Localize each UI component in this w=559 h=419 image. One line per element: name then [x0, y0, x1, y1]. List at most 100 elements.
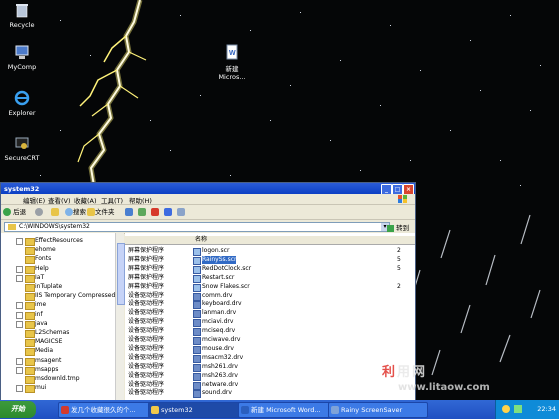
menu-view[interactable]: 查看(V): [48, 195, 71, 205]
menu-tools[interactable]: 工具(T): [101, 195, 123, 205]
column-header-name[interactable]: 名称: [195, 236, 207, 244]
explorer-window: system32 _ □ × 编辑(E) 查看(V) 收藏(A) 工具(T) 帮…: [0, 182, 416, 402]
volume-icon[interactable]: [502, 405, 510, 413]
network-icon[interactable]: [514, 405, 522, 413]
tree-item-label: L2Schemas: [35, 329, 70, 336]
tree-item-label: IIS Temporary Compressed: [35, 292, 116, 300]
file-row[interactable]: 屏幕保护程序 logon.scr 2: [125, 247, 415, 256]
go-button[interactable]: 转到: [387, 222, 409, 232]
menu-help[interactable]: 帮助(H): [129, 195, 152, 205]
task-app-icon: [241, 406, 249, 414]
expand-icon[interactable]: [16, 385, 23, 393]
file-icon: [193, 354, 201, 363]
file-row[interactable]: 设备驱动程序 msacm32.drv: [125, 354, 415, 363]
file-row[interactable]: 屏幕保护程序 RainySs.scr 5: [125, 255, 415, 265]
search-icon: [65, 208, 73, 216]
file-row[interactable]: 设备驱动程序 sound.drv: [125, 389, 415, 399]
file-row[interactable]: 设备驱动程序 netware.drv: [125, 380, 415, 390]
file-name: mciseq.drv: [202, 327, 236, 335]
file-row[interactable]: 设备驱动程序 msh263.drv: [125, 371, 415, 381]
expand-icon[interactable]: [16, 320, 23, 328]
file-row[interactable]: 设备驱动程序 mouse.drv: [125, 344, 415, 354]
tree-item-label: msdownld.tmp: [35, 375, 80, 382]
file-name: RedDotClock.scr: [202, 264, 252, 272]
views-icon: [177, 208, 185, 216]
expand-icon[interactable]: [16, 311, 23, 319]
folder-icon: [25, 274, 35, 283]
file-icon: [193, 345, 201, 354]
go-arrow-icon: [387, 224, 394, 232]
up-folder-button[interactable]: [51, 207, 59, 217]
file-icon: [193, 363, 201, 372]
file-type: 设备驱动程序: [128, 309, 165, 317]
folders-button[interactable]: 文件夹: [87, 207, 115, 217]
window-titlebar[interactable]: system32 _ □ ×: [1, 183, 415, 195]
address-field[interactable]: C:\WINDOWS\system32 ▾: [4, 222, 390, 232]
back-button[interactable]: 后退: [3, 207, 26, 217]
folder-icon: [25, 357, 35, 366]
file-row[interactable]: 设备驱动程序 keyboard.drv: [125, 300, 415, 310]
file-row[interactable]: 屏幕保护程序 Restart.scr: [125, 274, 415, 283]
file-row[interactable]: 设备驱动程序 mciwave.drv: [125, 336, 415, 345]
forward-arrow-icon: [35, 208, 43, 216]
taskbar-button[interactable]: 新建 Microsoft Word...: [238, 402, 338, 418]
back-arrow-icon: [3, 208, 11, 216]
expand-icon[interactable]: [16, 265, 23, 273]
search-button[interactable]: 搜索: [65, 207, 86, 217]
file-size: 2: [397, 247, 401, 254]
file-icon: [193, 283, 201, 292]
file-row[interactable]: 设备驱动程序 comm.drv: [125, 292, 415, 301]
task-app-icon: [61, 406, 69, 414]
file-row[interactable]: 设备驱动程序 lanman.drv: [125, 309, 415, 319]
expand-icon[interactable]: [16, 274, 23, 282]
copy-to-icon: [138, 208, 146, 216]
back-label: 后退: [13, 208, 27, 216]
file-row[interactable]: 设备驱动程序 mciavi.drv: [125, 318, 415, 328]
file-name: sound.drv: [202, 389, 232, 397]
folder-icon: [25, 302, 35, 311]
taskbar-button[interactable]: system32: [148, 402, 248, 418]
copy-to-button[interactable]: [138, 207, 146, 217]
file-type: 设备驱动程序: [128, 318, 165, 326]
address-value: C:\WINDOWS\system32: [19, 223, 90, 230]
menu-favorites[interactable]: 收藏(A): [74, 195, 97, 205]
watermark-char: 利: [382, 365, 398, 380]
undo-button[interactable]: [164, 207, 172, 217]
tree-item-label: mui: [35, 384, 47, 392]
file-type: 设备驱动程序: [128, 336, 165, 343]
file-icon: [193, 390, 201, 399]
file-row[interactable]: 设备驱动程序 msh261.drv: [125, 363, 415, 372]
file-row[interactable]: 屏幕保护程序 Snow Flakes.scr 2: [125, 283, 415, 292]
file-name: keyboard.drv: [202, 300, 242, 308]
forward-button[interactable]: [35, 207, 43, 217]
views-button[interactable]: [177, 207, 185, 217]
file-row[interactable]: 设备驱动程序 mciseq.drv: [125, 327, 415, 337]
taskbar-button[interactable]: 发几个收藏很久的个...: [58, 402, 158, 418]
file-row[interactable]: 屏幕保护程序 RedDotClock.scr 5: [125, 264, 415, 274]
folder-icon: [25, 311, 35, 320]
file-name: lanman.drv: [202, 309, 237, 317]
delete-button[interactable]: [151, 207, 159, 217]
expand-icon[interactable]: [16, 357, 23, 365]
file-icon: [193, 319, 201, 328]
start-button[interactable]: 开始: [0, 401, 36, 418]
expand-icon[interactable]: [16, 366, 23, 374]
expand-icon[interactable]: [16, 302, 23, 310]
file-name: mciwave.drv: [202, 336, 241, 343]
tree-scrollbar-thumb[interactable]: [117, 243, 125, 305]
folder-icon: [8, 224, 16, 230]
tree-item-label: java: [35, 319, 48, 327]
tree-item-label: ehome: [35, 246, 56, 254]
file-type: 设备驱动程序: [128, 380, 165, 388]
file-type: 设备驱动程序: [128, 371, 165, 379]
file-type: 设备驱动程序: [128, 327, 165, 335]
file-type: 设备驱动程序: [128, 344, 165, 352]
file-icon: [193, 372, 201, 381]
tree-scrollbar[interactable]: [115, 233, 125, 401]
expand-icon[interactable]: [16, 238, 23, 245]
move-to-button[interactable]: [125, 207, 133, 217]
windows-flag-icon: [398, 195, 407, 203]
address-bar: C:\WINDOWS\system32 ▾ 转到: [1, 220, 415, 234]
taskbar-button[interactable]: Rainy ScreenSaver: [328, 402, 428, 418]
menu-edit[interactable]: 编辑(E): [23, 195, 45, 205]
